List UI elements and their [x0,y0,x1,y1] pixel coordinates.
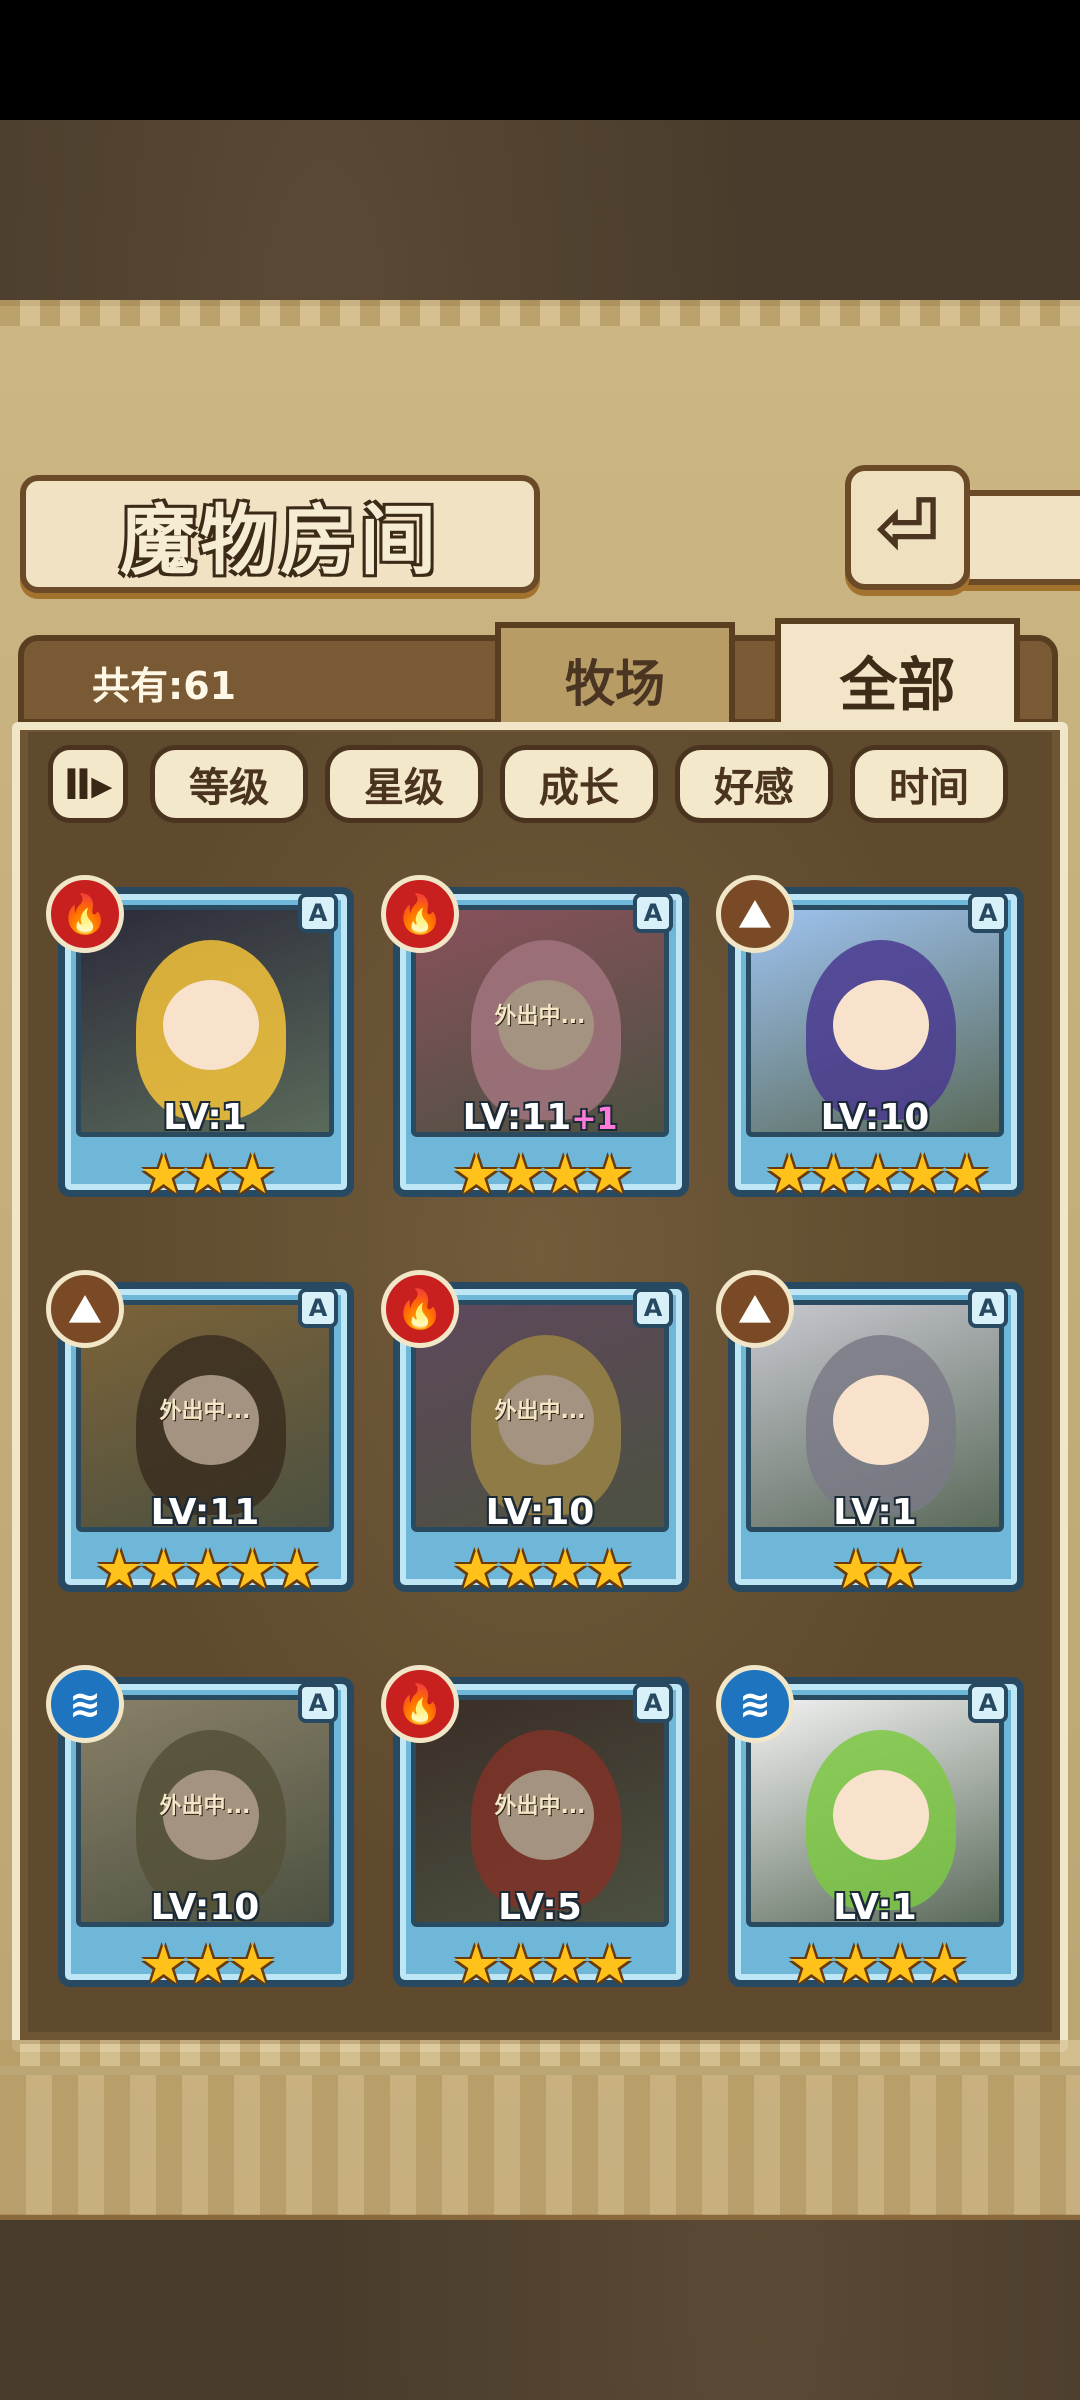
monster-card[interactable]: 外出中... A ≋ LV:10 ★★★ [46,1665,354,2005]
level-label: LV:1 [746,1887,1004,1928]
sort-by-affection-button[interactable]: 好感 [675,745,833,823]
sort-order-toggle[interactable]: Ⅱ▸ [48,745,128,823]
level-label: LV:1 [76,1097,334,1138]
water-element-icon: ≋ [716,1665,794,1743]
back-arrow-icon: ⏎ [874,482,941,573]
rank-badge: A [633,1288,673,1328]
monster-card[interactable]: 外出中... A 🔥 LV:11+1 ★★★★ [381,875,689,1215]
panel-bottom-edge [0,2040,1080,2066]
portrait-face [833,1770,929,1860]
star-rating: ★★ [831,1538,925,1601]
away-status: 外出中... [494,1399,586,1424]
tab-all[interactable]: 全部 [775,618,1020,736]
monster-card[interactable]: 外出中... A 🔥 LV:5 ★★★★ [381,1665,689,2005]
star-rating: ★★★★ [787,1933,969,1996]
rank-badge: A [633,893,673,933]
level-value: LV:11 [462,1097,572,1138]
sort-by-growth-button[interactable]: 成长 [500,745,658,823]
sort-by-level-button[interactable]: 等级 [150,745,308,823]
rank-badge: A [968,1683,1008,1723]
panel-top-edge [0,300,1080,326]
status-bar [0,0,1080,120]
sort-by-growth-label: 成长 [539,765,619,811]
level-value: LV:10 [485,1492,595,1533]
monster-card[interactable]: A ≋ LV:1 ★★★★ [716,1665,1024,2005]
monster-card[interactable]: 外出中... A ⛰ LV:11 ★★★★★ [46,1270,354,1610]
earth-element-icon: ⛰ [716,875,794,953]
level-label: LV:10 [746,1097,1004,1138]
back-button[interactable]: ⏎ [845,465,970,590]
sort-by-star-label: 星级 [364,765,444,811]
star-rating: ★★★★★ [764,1143,991,1206]
level-value: LV:1 [163,1097,247,1138]
earth-element-icon: ⛰ [716,1270,794,1348]
rank-badge: A [298,1683,338,1723]
portrait-face [163,980,259,1070]
level-label: LV:11 [76,1492,334,1533]
sort-by-time-button[interactable]: 时间 [850,745,1008,823]
monster-card[interactable]: A ⛰ LV:1 ★★ [716,1270,1024,1610]
title-bar-right [960,490,1080,585]
rank-badge: A [298,893,338,933]
monster-grid: A 🔥 LV:1 ★★★ 外出中... A 🔥 LV:11+1 ★★★★ A ⛰ LV:10 ★★★★★… [28,830,1052,2020]
level-label: LV:10 [411,1492,669,1533]
sort-by-time-label: 时间 [889,765,969,811]
fire-element-icon: 🔥 [381,1665,459,1743]
rank-badge: A [298,1288,338,1328]
earth-element-icon: ⛰ [46,1270,124,1348]
rank-badge: A [968,893,1008,933]
star-rating: ★★★★★ [94,1538,321,1601]
fire-element-icon: 🔥 [381,875,459,953]
sort-by-affection-label: 好感 [714,765,794,811]
title-plate: 魔物房间 [20,475,540,593]
tab-pasture[interactable]: 牧场 [495,622,735,732]
monster-card[interactable]: A 🔥 LV:1 ★★★ [46,875,354,1215]
away-status: 外出中... [494,1004,586,1029]
fire-element-icon: 🔥 [46,875,124,953]
tab-pasture-label: 牧场 [565,654,665,713]
away-status: 外出中... [159,1399,251,1424]
away-status: 外出中... [494,1794,586,1819]
rank-badge: A [633,1683,673,1723]
level-label: LV:10 [76,1887,334,1928]
fire-element-icon: 🔥 [381,1270,459,1348]
level-label: LV:1 [746,1492,1004,1533]
bottom-decoration [0,2075,1080,2215]
level-value: LV:1 [833,1492,917,1533]
monster-count: 共有:61 [92,664,237,708]
star-rating: ★★★★ [452,1933,634,1996]
tab-all-label: 全部 [839,651,956,719]
level-bonus: +1 [571,1102,618,1137]
sort-by-star-button[interactable]: 星级 [325,745,483,823]
star-rating: ★★★★ [452,1143,634,1206]
star-rating: ★★★★ [452,1538,634,1601]
monster-card[interactable]: A ⛰ LV:10 ★★★★★ [716,875,1024,1215]
rank-badge: A [968,1288,1008,1328]
level-value: LV:10 [150,1887,260,1928]
level-value: LV:11 [150,1492,260,1533]
level-value: LV:10 [820,1097,930,1138]
monster-card[interactable]: 外出中... A 🔥 LV:10 ★★★★ [381,1270,689,1610]
star-rating: ★★★ [139,1933,276,1996]
water-element-icon: ≋ [46,1665,124,1743]
level-value: LV:5 [498,1887,582,1928]
sort-by-level-label: 等级 [189,765,269,811]
level-value: LV:1 [833,1887,917,1928]
away-status: 外出中... [159,1794,251,1819]
page-title: 魔物房间 [120,496,440,585]
portrait-face [833,980,929,1070]
level-label: LV:11+1 [411,1097,669,1138]
portrait-face [833,1375,929,1465]
sort-order-icon: Ⅱ▸ [63,759,113,809]
level-label: LV:5 [411,1887,669,1928]
star-rating: ★★★ [139,1143,276,1206]
